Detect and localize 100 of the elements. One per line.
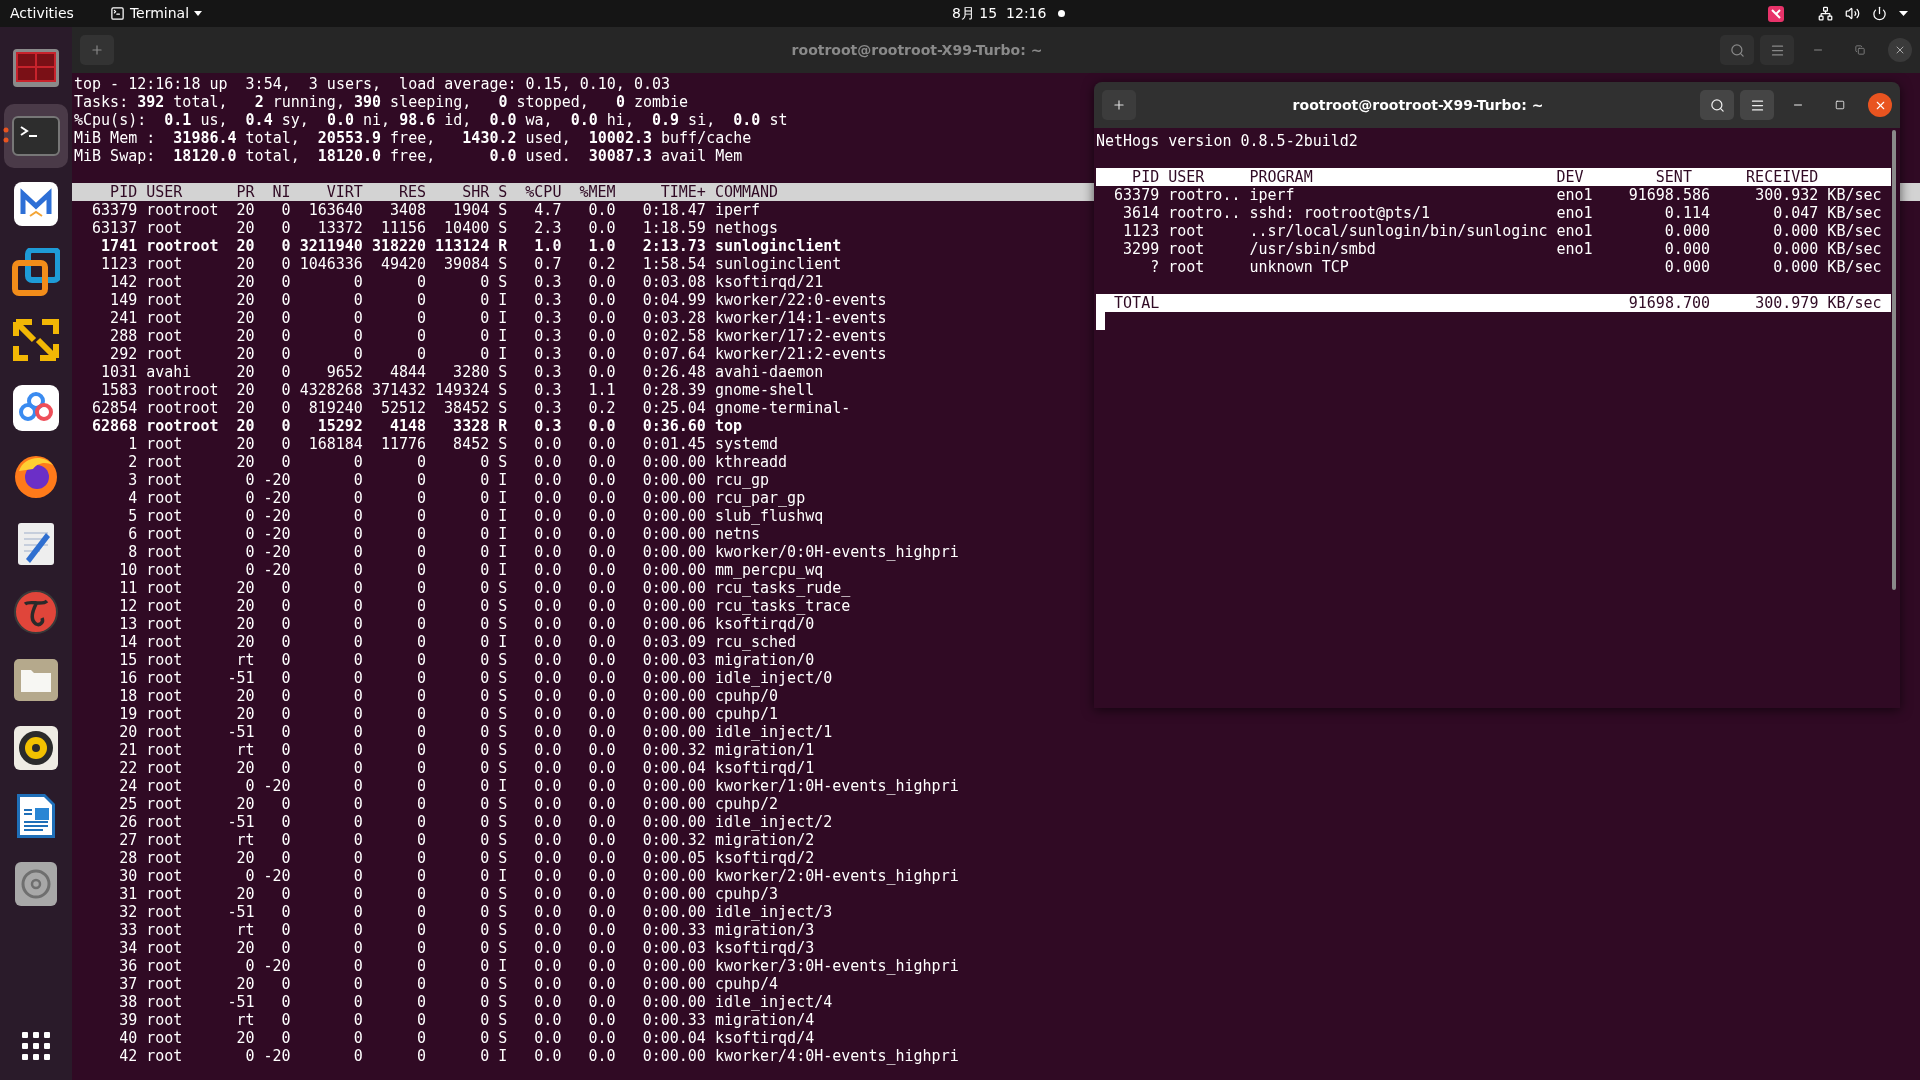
table-cell-text: 0 [352, 705, 363, 723]
table-cell-text: 0 [416, 705, 427, 723]
column-header[interactable]: NI [263, 183, 291, 201]
column-header[interactable]: TIME+ [624, 183, 706, 201]
table-cell-text: 0 [280, 885, 291, 903]
table-cell-text: 20 [235, 309, 255, 327]
table-cell-text: 0.0 [533, 975, 562, 993]
caret-icon[interactable] [1899, 11, 1908, 16]
activities-button[interactable]: Activities [10, 3, 74, 24]
table-cell-text: 0 [352, 1047, 363, 1065]
table-cell-text: 0.0 [587, 993, 616, 1011]
table-cell-text: 20 [235, 255, 255, 273]
table-cell-text: 0 [352, 597, 363, 615]
menu-button[interactable] [1740, 90, 1774, 120]
table-cell-text: 0 [352, 543, 363, 561]
table-cell-text: 0.0 [533, 993, 562, 1011]
table-cell-text: 20 [235, 345, 255, 363]
table-cell-text: 0.0 [587, 561, 616, 579]
table-cell-text: 0:00.00 [641, 669, 706, 687]
table-cell-text: 0 [352, 795, 363, 813]
table-cell-text: 0 [416, 849, 427, 867]
column-header[interactable]: PR [227, 183, 255, 201]
table-cell-text: root [146, 813, 184, 831]
table-cell-text: 0.0 [533, 525, 562, 543]
column-header[interactable]: SHR [435, 183, 490, 201]
status-line: Tasks: 392 total, 2 running, 390 sleeping, 0 stopped, 0 zombie [74, 93, 689, 111]
table-cell-text: 20 [118, 723, 138, 741]
table-cell-text: 0 [280, 849, 291, 867]
table-cell: I [498, 957, 508, 975]
table-cell: rcu_par_gp [714, 489, 806, 507]
table-cell-text: 20 [235, 363, 255, 381]
table-cell: -51 [227, 993, 255, 1011]
power-icon[interactable] [1872, 6, 1887, 21]
search-button[interactable] [1700, 90, 1734, 120]
table-cell-text: 0.0 [533, 1011, 562, 1029]
column-header[interactable]: RES [371, 183, 427, 201]
column-header[interactable]: COMMAND [714, 183, 779, 201]
column-header[interactable]: %MEM [570, 183, 616, 201]
network-icon[interactable] [1818, 6, 1833, 21]
search-button[interactable] [1720, 35, 1754, 65]
table-cell-text: root [146, 471, 184, 489]
table-cell-text: root [146, 777, 184, 795]
table-cell: ksoftirqd/4 [714, 1029, 815, 1047]
table-cell-text: 0.0 [533, 507, 562, 525]
clock[interactable]: 8月 15 12:16 [952, 3, 1047, 24]
table-cell-text: root [146, 309, 184, 327]
table-cell-text: 0:00.32 [641, 831, 706, 849]
table-cell: 318220 [371, 237, 427, 255]
scrollbar[interactable] [1892, 130, 1896, 590]
column-header: USER [1168, 168, 1206, 186]
new-tab-button[interactable] [1102, 90, 1136, 120]
table-cell-text: 0 [479, 813, 490, 831]
table-cell-text: 0:00.00 [641, 885, 706, 903]
table-cell-text: 0 [244, 957, 255, 975]
table-cell: iperf [714, 201, 761, 219]
table-cell-text: 62854 [91, 399, 138, 417]
table-cell-text: 0 [352, 291, 363, 309]
table-cell-text: 0.0 [587, 921, 616, 939]
table-cell-text: 0 [479, 1029, 490, 1047]
volume-icon[interactable] [1845, 6, 1860, 21]
table-cell-text: 0.3 [533, 381, 562, 399]
table-cell: ksoftirqd/1 [714, 759, 815, 777]
table-cell: -20 [263, 543, 291, 561]
table-cell-text: 0 [280, 327, 291, 345]
table-cell-text: 0.0 [533, 777, 562, 795]
table-cell-text: 20 [235, 939, 255, 957]
column-header[interactable]: S [498, 183, 508, 201]
table-cell: mm_percpu_wq [714, 561, 824, 579]
table-cell: ksoftirqd/2 [714, 849, 815, 867]
table-cell-text: 0 [416, 741, 427, 759]
close-button[interactable] [1868, 93, 1892, 117]
table-cell-text: 13 [118, 615, 138, 633]
menu-button[interactable] [1760, 35, 1794, 65]
column-header[interactable]: PID [74, 183, 138, 201]
table-cell-text: 4844 [388, 363, 427, 381]
table-cell: S [498, 723, 508, 741]
table-cell-text: 2 [127, 453, 138, 471]
column-header[interactable]: VIRT [299, 183, 363, 201]
table-cell-text: 0 [479, 723, 490, 741]
table-cell-text: 0.0 [533, 831, 562, 849]
table-cell-text: 0 [416, 345, 427, 363]
table-cell-text: 168184 [307, 435, 363, 453]
table-cell: S [498, 1029, 508, 1047]
app-menu[interactable]: Terminal [109, 3, 203, 24]
column-header[interactable]: %CPU [516, 183, 562, 201]
table-cell-text: 0.3 [533, 345, 562, 363]
status-line: MiB Swap: 18120.0 total, 18120.0 free, 0.0 used. 30087.3 avail Mem [74, 147, 743, 165]
table-cell: I [498, 543, 508, 561]
table-cell-text: 0.0 [533, 813, 562, 831]
table-cell: eno1 [1556, 204, 1593, 222]
app-indicator-icon[interactable] [1768, 5, 1784, 22]
table-cell-text: 0.0 [587, 597, 616, 615]
table-cell-text: 0.0 [587, 885, 616, 903]
table-cell-text: 0:00.32 [641, 741, 706, 759]
table-cell-text: 0 [416, 291, 427, 309]
table-cell-text: root [146, 867, 184, 885]
table-cell: I [498, 633, 508, 651]
table-cell-text: 0.0 [587, 219, 616, 237]
column-header[interactable]: USER [146, 183, 219, 201]
table-cell-text: 0.0 [587, 687, 616, 705]
